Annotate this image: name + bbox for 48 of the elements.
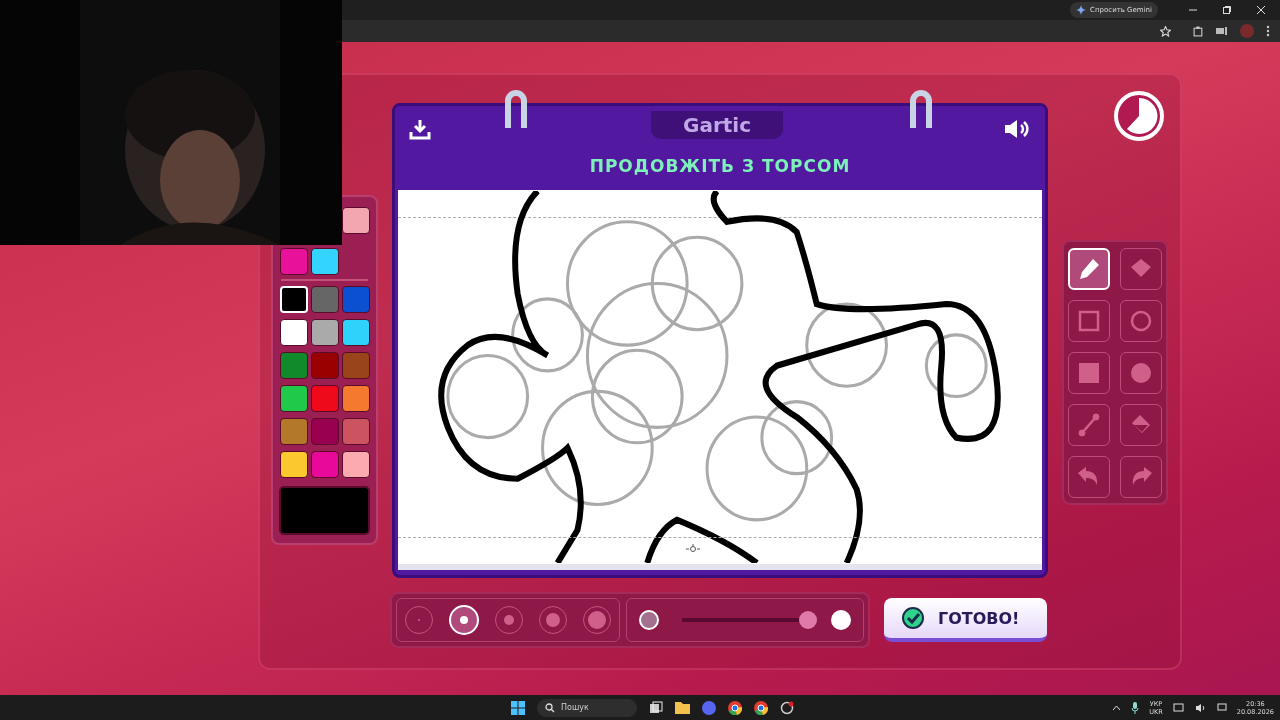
color-swatch[interactable] xyxy=(341,418,370,445)
color-swatch[interactable] xyxy=(310,352,339,379)
opacity-high-icon xyxy=(831,610,851,630)
color-swatch[interactable] xyxy=(279,451,308,478)
opacity-low-icon xyxy=(639,610,659,630)
color-swatch[interactable] xyxy=(279,319,308,346)
color-swatch[interactable] xyxy=(310,418,339,445)
done-button[interactable]: ГОТОВО! xyxy=(884,598,1047,642)
folder-icon[interactable] xyxy=(675,701,690,714)
restore-icon[interactable] xyxy=(1222,5,1232,15)
more-icon[interactable] xyxy=(1266,25,1270,37)
browser-icon[interactable] xyxy=(754,700,768,715)
timer-icon xyxy=(1113,90,1165,142)
color-swatch[interactable] xyxy=(341,207,370,234)
color-swatch[interactable] xyxy=(310,451,339,478)
search-field[interactable]: Пошук xyxy=(537,698,637,717)
color-swatch[interactable] xyxy=(279,418,308,445)
color-swatch[interactable] xyxy=(310,319,339,346)
color-swatch[interactable] xyxy=(279,352,308,379)
task-view-icon[interactable] xyxy=(649,700,663,715)
color-swatch[interactable] xyxy=(310,248,339,275)
prompt-title: ПРОДОВЖІТЬ З ТОРСОМ xyxy=(588,155,852,178)
line-icon xyxy=(1075,410,1103,439)
browser-icon[interactable] xyxy=(728,700,742,715)
color-swatch[interactable] xyxy=(310,385,339,412)
sparkle-icon xyxy=(1076,5,1087,15)
search-icon xyxy=(545,702,555,713)
microphone-icon[interactable] xyxy=(1131,701,1140,714)
app-icon[interactable] xyxy=(780,700,794,715)
color-swatch[interactable] xyxy=(341,385,370,412)
color-swatch[interactable] xyxy=(341,451,370,478)
crosshair-icon xyxy=(686,544,700,554)
game-logo: Gartic xyxy=(650,111,783,139)
star-icon[interactable] xyxy=(1160,25,1171,37)
color-swatch[interactable] xyxy=(310,286,339,313)
color-swatch[interactable] xyxy=(279,248,308,275)
check-icon xyxy=(902,607,924,629)
color-swatch[interactable] xyxy=(341,286,370,313)
close-icon[interactable] xyxy=(1256,5,1266,15)
download-icon[interactable] xyxy=(409,118,431,140)
color-swatch[interactable] xyxy=(341,319,370,346)
sound-icon[interactable] xyxy=(1003,118,1031,140)
volume-icon[interactable] xyxy=(1194,702,1207,713)
color-swatch[interactable] xyxy=(341,352,370,379)
slider-thumb[interactable] xyxy=(799,611,817,629)
color-swatch[interactable] xyxy=(279,385,308,412)
chevron-up-icon[interactable] xyxy=(1112,704,1122,711)
windows-icon[interactable] xyxy=(511,700,525,715)
